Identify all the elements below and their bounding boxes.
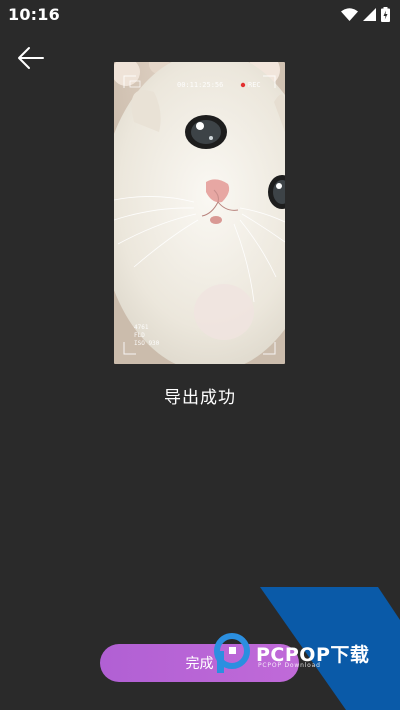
status-time: 10:16 — [8, 4, 60, 24]
overlay-line-1: 4761 — [134, 324, 149, 331]
signal-icon — [363, 7, 376, 21]
back-button[interactable] — [16, 44, 46, 72]
status-bar: 10:16 — [0, 0, 400, 28]
overlay-line-3: ISO 930 — [134, 340, 160, 347]
done-button[interactable]: 完成 — [100, 644, 299, 682]
rec-label: REC — [248, 81, 261, 89]
export-success-message: 导出成功 — [164, 388, 236, 408]
overlay-line-2: FLD — [134, 332, 145, 339]
cat-image — [114, 62, 285, 364]
battery-charging-icon — [381, 6, 390, 22]
wifi-icon — [341, 7, 358, 21]
video-preview[interactable]: 00:11:25:56 REC 4761 FLD ISO 930 — [114, 62, 285, 364]
done-button-label: 完成 — [185, 656, 214, 672]
status-icons — [341, 6, 390, 22]
arrow-left-icon — [18, 47, 44, 69]
recording-time: 00:11:25:56 — [177, 81, 224, 89]
